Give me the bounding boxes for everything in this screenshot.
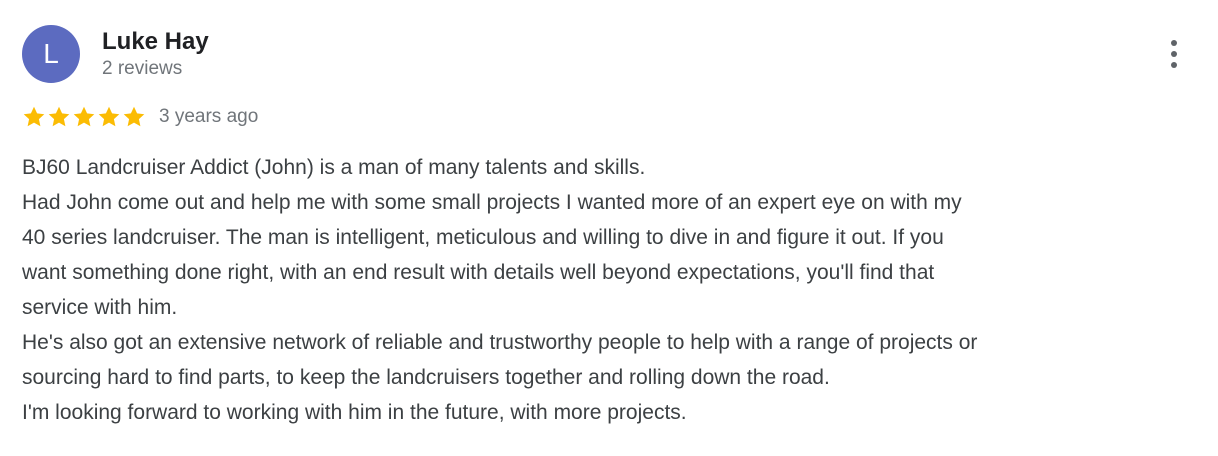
reviewer-name[interactable]: Luke Hay [102, 28, 209, 56]
more-vert-icon [1171, 40, 1177, 46]
star-icon [122, 105, 146, 129]
review-text-line: service with him. [22, 296, 178, 319]
review-text-line: want something done right, with an end r… [22, 261, 935, 284]
avatar[interactable]: L [22, 25, 80, 83]
review-text-line: I'm looking forward to working with him … [22, 401, 687, 424]
review-text-line: sourcing hard to find parts, to keep the… [22, 366, 830, 389]
star-icon [22, 105, 46, 129]
reviewer-review-count: 2 reviews [102, 58, 183, 79]
rating-row: 3 years ago [22, 103, 258, 131]
star-icon [47, 105, 71, 129]
more-options-button[interactable] [1156, 36, 1192, 72]
review-text-line: Had John come out and help me with some … [22, 191, 962, 214]
star-icon [97, 105, 121, 129]
review-card: L Luke Hay 2 reviews 3 years ago BJ60 La… [0, 0, 1218, 456]
review-text-line: 40 series landcruiser. The man is intell… [22, 226, 944, 249]
review-text-line: BJ60 Landcruiser Addict (John) is a man … [22, 156, 646, 179]
review-date: 3 years ago [159, 106, 259, 127]
star-icon [72, 105, 96, 129]
review-text: BJ60 Landcruiser Addict (John) is a man … [22, 150, 1202, 430]
review-text-line: He's also got an extensive network of re… [22, 331, 978, 354]
star-rating [22, 105, 146, 129]
